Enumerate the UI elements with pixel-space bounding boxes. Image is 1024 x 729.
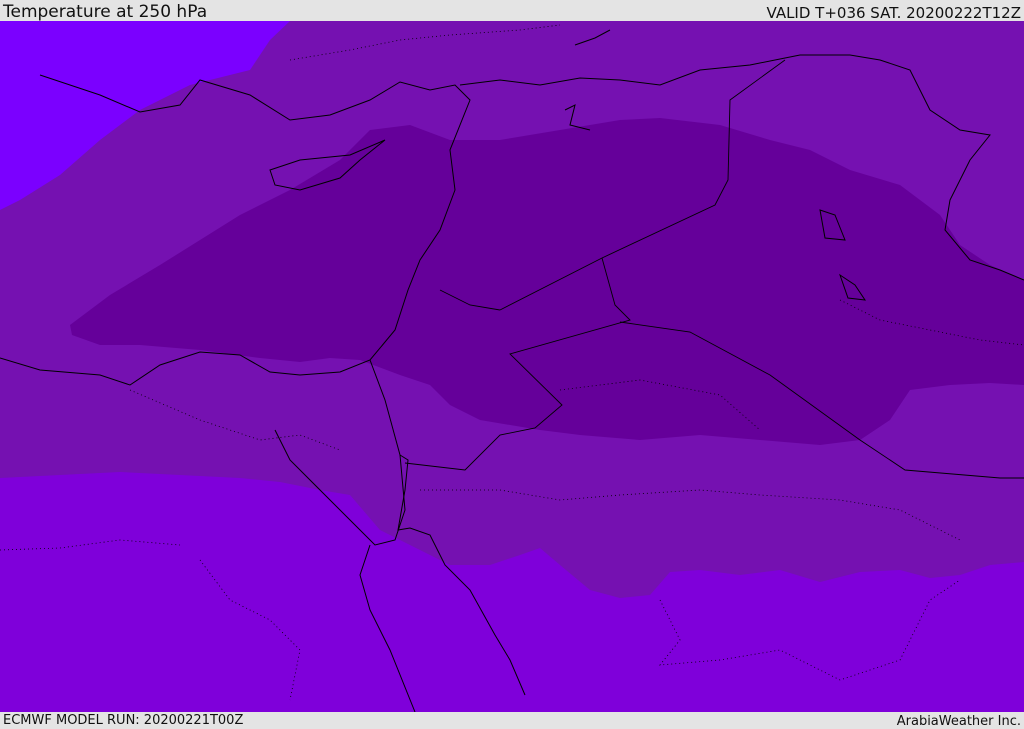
model-run: ECMWF MODEL RUN: 20200221T00Z [3,713,244,728]
valid-time: VALID T+036 SAT. 20200222T12Z [766,4,1021,22]
temperature-map[interactable] [0,21,1024,712]
header-bar: Temperature at 250 hPa VALID T+036 SAT. … [0,0,1024,21]
footer-bar: ECMWF MODEL RUN: 20200221T00Z ArabiaWeat… [0,712,1024,729]
credit: ArabiaWeather Inc. [896,714,1021,729]
map-title: Temperature at 250 hPa [3,2,208,22]
